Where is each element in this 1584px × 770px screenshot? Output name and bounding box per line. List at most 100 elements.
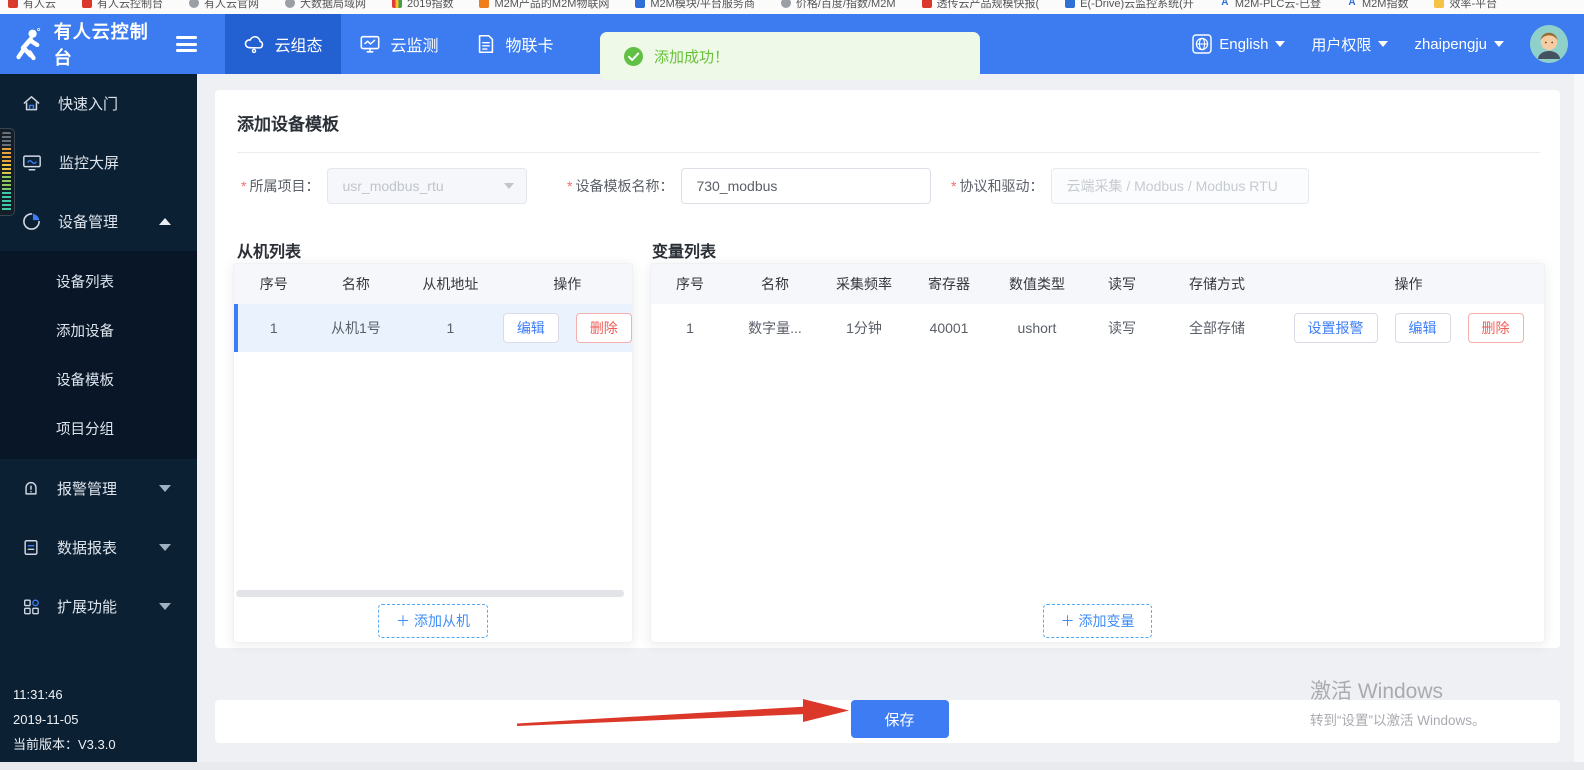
- sidebar-item-label: 快速入门: [58, 96, 119, 113]
- slave-table-header: 序号 名称 从机地址 操作: [234, 264, 632, 304]
- bottom-edge-strip: [0, 762, 1584, 770]
- sidebar-item-extensions[interactable]: 扩展功能: [0, 577, 197, 636]
- sidebar-item-device-management[interactable]: 设备管理: [0, 192, 197, 251]
- tab-iot-sim[interactable]: 物联卡: [457, 14, 573, 74]
- bookmark-item[interactable]: 2019指数: [392, 0, 453, 11]
- sidebar-item-alarm-management[interactable]: 报警管理: [0, 459, 197, 518]
- chevron-down-icon: [1378, 41, 1389, 47]
- table-row[interactable]: 1 数字量... 1分钟 40001 ushort 读写 全部存储 设置报警 编…: [651, 304, 1544, 352]
- tab-label: 云监测: [390, 38, 439, 55]
- var-rw-cell: 读写: [1108, 320, 1136, 336]
- bookmark-item[interactable]: A M2M指数: [1347, 0, 1408, 11]
- sidebar-item-label: 扩展功能: [57, 599, 118, 616]
- menu-icon[interactable]: [176, 36, 197, 52]
- save-button[interactable]: 保存: [850, 700, 949, 738]
- template-name-label: 设备模板名称：: [575, 178, 674, 194]
- bookmark-item[interactable]: 透传云产品规模快报(: [921, 0, 1040, 11]
- page-title: 添加设备模板: [237, 115, 339, 134]
- slave-addr-cell: 1: [446, 320, 455, 336]
- tab-cloud-scada[interactable]: 云组态: [225, 14, 341, 74]
- sidebar-item-device-template[interactable]: 设备模板: [0, 355, 197, 404]
- brand[interactable]: 有人云控制台: [0, 14, 197, 74]
- delete-variable-button[interactable]: 删除: [1467, 313, 1524, 343]
- column-header: 读写: [1108, 276, 1136, 292]
- var-seq-cell: 1: [686, 320, 694, 336]
- bookmark-item[interactable]: 有人云: [8, 0, 56, 11]
- bookmark-item[interactable]: M2M产品的M2M物联网: [479, 0, 609, 11]
- page-scrollbar[interactable]: [1574, 74, 1584, 762]
- protocol-value: 云端采集 / Modbus / Modbus RTU: [1066, 178, 1278, 194]
- windows-watermark: 激活 Windows 转到“设置”以激活 Windows。: [1310, 675, 1486, 729]
- slave-list-title: 从机列表: [237, 244, 302, 261]
- set-alarm-button[interactable]: 设置报警: [1293, 313, 1378, 343]
- sidebar-item-monitor-screen[interactable]: 监控大屏: [0, 133, 197, 192]
- protocol-label: 协议和驱动：: [959, 178, 1044, 194]
- delete-slave-button[interactable]: 删除: [575, 313, 632, 343]
- column-header: 寄存器: [928, 276, 970, 292]
- header-tabs: 云组态 云监测 物联卡: [225, 14, 573, 74]
- variable-table-header: 序号 名称 采集频率 寄存器 数值类型 读写 存储方式 操作: [651, 264, 1544, 304]
- current-time: 11:31:46: [13, 687, 63, 702]
- bookmark-item[interactable]: 价格/百度/指数/M2M: [780, 0, 896, 11]
- edit-variable-button[interactable]: 编辑: [1394, 313, 1451, 343]
- var-frequency-cell: 1分钟: [846, 320, 882, 336]
- bookmark-label: 透传云产品规模快报(: [936, 0, 1040, 10]
- docked-widget[interactable]: [0, 128, 15, 216]
- sidebar-item-data-report[interactable]: 数据报表: [0, 518, 197, 577]
- bookmark-item[interactable]: A M2M-PLC云-已登: [1219, 0, 1321, 11]
- sidebar-item-project-group[interactable]: 项目分组: [0, 404, 197, 453]
- user-menu[interactable]: zhaipengju: [1414, 36, 1504, 53]
- column-header: 名称: [761, 276, 789, 292]
- chevron-up-icon: [159, 218, 171, 225]
- bookmark-label: 2019指数: [407, 0, 454, 10]
- tab-cloud-monitor[interactable]: 云监测: [341, 14, 457, 74]
- var-type-cell: ushort: [1017, 320, 1057, 336]
- add-variable-button[interactable]: ＋ 添加变量: [1042, 604, 1153, 638]
- avatar[interactable]: [1530, 25, 1568, 63]
- bookmark-item[interactable]: 效率-平台: [1434, 0, 1497, 11]
- device-pie-icon: [23, 213, 40, 230]
- slave-list-panel: 序号 名称 从机地址 操作 1 从机1号 1 编辑 删除 ＋ 添加从机: [233, 263, 633, 643]
- main-content: 添加设备模板 * 所属项目： usr_modbus_rtu * 设备模板名称：: [197, 74, 1584, 770]
- alarm-bell-icon: [25, 482, 37, 495]
- sidebar-item-quick-start[interactable]: 快速入门: [0, 74, 197, 133]
- bookmark-item[interactable]: M2M模块/平台服务商: [635, 0, 755, 11]
- project-label: 所属项目：: [249, 178, 320, 194]
- column-header: 存储方式: [1189, 276, 1245, 292]
- user-permission-menu[interactable]: 用户权限: [1311, 34, 1389, 55]
- protocol-field-group: * 协议和驱动： 云端采集 / Modbus / Modbus RTU: [951, 168, 1310, 204]
- sidebar-item-label: 设备管理: [58, 214, 119, 231]
- sidebar-item-label: 监控大屏: [59, 155, 120, 172]
- chevron-down-icon: [504, 183, 515, 189]
- widget-stripes: [2, 132, 11, 212]
- bookmark-favicon: [635, 0, 646, 8]
- edit-slave-button[interactable]: 编辑: [502, 313, 559, 343]
- browser-bookmarks-bar: 有人云 有人云控制台 有人云官网 大数据局域网 2019指数 M2M产品的M2M…: [0, 0, 1584, 14]
- table-row[interactable]: 1 从机1号 1 编辑 删除: [234, 304, 632, 352]
- add-slave-button[interactable]: ＋ 添加从机: [378, 604, 488, 638]
- horizontal-scrollbar[interactable]: [236, 590, 624, 597]
- template-name-input[interactable]: [681, 168, 932, 204]
- bookmark-label: E(-Drive)云监控系统(升: [1080, 0, 1194, 10]
- sidebar-item-device-list[interactable]: 设备列表: [0, 257, 197, 306]
- bookmark-item[interactable]: 有人云官网: [189, 0, 259, 11]
- usr-logo-icon: [16, 28, 41, 61]
- sidebar-footer: 11:31:46 2019-11-05 当前版本：V3.3.0: [13, 682, 116, 757]
- language-label: English: [1219, 35, 1269, 53]
- chevron-down-icon: [159, 603, 171, 610]
- extensions-grid-icon: [24, 599, 39, 615]
- column-header: 序号: [676, 276, 704, 292]
- bookmark-item[interactable]: 有人云控制台: [82, 0, 163, 11]
- cloud-icon: [245, 36, 264, 54]
- project-select[interactable]: usr_modbus_rtu: [327, 168, 528, 204]
- bookmark-favicon: [1065, 0, 1076, 8]
- column-header: 数值类型: [1009, 276, 1065, 292]
- bookmark-label: 价格/百度/指数/M2M: [795, 0, 896, 10]
- required-asterisk: *: [567, 178, 573, 194]
- add-template-card: 添加设备模板 * 所属项目： usr_modbus_rtu * 设备模板名称：: [215, 90, 1560, 648]
- language-selector[interactable]: English: [1192, 34, 1286, 54]
- bookmark-item[interactable]: E(-Drive)云监控系统(升: [1065, 0, 1194, 11]
- bookmark-item[interactable]: 大数据局域网: [285, 0, 366, 11]
- sub-item-label: 设备模板: [56, 373, 114, 389]
- sidebar-item-add-device[interactable]: 添加设备: [0, 306, 197, 355]
